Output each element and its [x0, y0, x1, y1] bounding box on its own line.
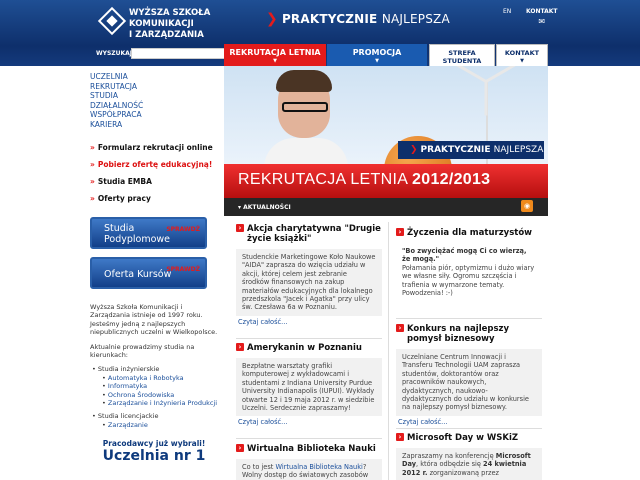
turbine-blade: [455, 66, 487, 83]
divider: [396, 428, 542, 429]
logo-text: WYŻSZA SZKOŁA KOMUNIKACJI I ZARZĄDZANIA: [129, 8, 211, 40]
news-section-header: ▾ AKTUALNOŚCI: [224, 198, 548, 216]
banner-headline: REKRUTACJA LETNIA 2012/2013: [224, 164, 548, 198]
chevron-right-icon: ❯: [410, 145, 418, 155]
chevron-down-icon: ▼: [520, 58, 524, 64]
left-sidebar: UCZELNIA REKRUTACJA STUDIA DZIAŁALNOŚĆ W…: [90, 72, 218, 464]
tab-promocja[interactable]: PROMOCJA ▼: [327, 44, 427, 66]
divider: [236, 438, 382, 439]
news-body: "Bo zwyciężać mogą Ci co wierzą, że mogą…: [396, 243, 542, 302]
tagline: ❯ PRAKTYCZNIE NAJLEPSZA: [266, 11, 450, 27]
news-title[interactable]: › Życzenia dla maturzystów: [396, 228, 542, 238]
news-body: Bezpłatne warsztaty grafiki komputerowej…: [236, 358, 382, 417]
column-divider: [388, 222, 389, 480]
news-item: › Konkurs na najlepszy pomysł biznesowy U…: [396, 324, 542, 426]
search-label: WYSZUKAJ: [96, 50, 133, 57]
divider: [396, 318, 542, 319]
banner-tagline: ❯ PRAKTYCZNIE NAJLEPSZA: [398, 141, 544, 159]
double-chevron-icon: »: [90, 143, 95, 152]
list-item: Studia licencjackie: [92, 412, 218, 420]
tab-kontakt[interactable]: KONTAKT ▼: [496, 44, 548, 66]
sidebar-item-studia[interactable]: STUDIA: [90, 91, 218, 101]
promo-link-job-offers[interactable]: » Oferty pracy: [90, 194, 218, 203]
news-item: › Akcja charytatywna "Drugie życie książk…: [236, 224, 382, 326]
hero-banner[interactable]: ❯ PRAKTYCZNIE NAJLEPSZA REKRUTACJA LETNIA…: [224, 66, 548, 216]
list-item: Studia inżynierskie: [92, 365, 218, 373]
list-item[interactable]: Ochrona Środowiska: [102, 391, 218, 399]
turbine-blade: [485, 66, 517, 83]
library-link[interactable]: Wirtualna Biblioteka Nauki: [275, 463, 362, 471]
main-tabs: REKRUTACJA LETNIA ▼ PROMOCJA ▼ STREFA STUD…: [224, 44, 640, 72]
double-chevron-icon: »: [90, 160, 95, 169]
news-title[interactable]: › Microsoft Day w WSKiZ: [396, 433, 542, 443]
sidebar-item-uczelnia[interactable]: UCZELNIA: [90, 72, 218, 82]
news-title[interactable]: › Konkurs na najlepszy pomysł biznesowy: [396, 324, 542, 344]
read-more-link[interactable]: Czytaj całość...: [236, 418, 382, 426]
header-contact-link[interactable]: KONTAKT ✉: [526, 8, 558, 26]
language-switch[interactable]: EN: [503, 8, 511, 15]
news-item: › Microsoft Day w WSKiZ Zapraszamy na kon…: [396, 433, 542, 480]
sidebar-item-dzialalnosc[interactable]: DZIAŁALNOŚĆ: [90, 101, 218, 111]
news-item: › Amerykanin w Poznaniu Bezpłatne warszta…: [236, 343, 382, 426]
news-body: Co to jest Wirtualna Biblioteka Nauki? W…: [236, 459, 382, 480]
news-item: › Życzenia dla maturzystów "Bo zwyciężać …: [396, 228, 542, 302]
list-item[interactable]: Automatyka i Robotyka: [102, 374, 218, 382]
promo-link-recruitment-form[interactable]: » Formularz rekrutacji online: [90, 143, 218, 152]
read-more-link[interactable]: Czytaj całość...: [236, 318, 382, 326]
about-text: Wyższa Szkoła Komunikacji i Zarządzania …: [90, 303, 218, 429]
sidebar-item-wspolpraca[interactable]: WSPÓŁPRACA: [90, 110, 218, 120]
news-title[interactable]: › Amerykanin w Poznaniu: [236, 343, 382, 353]
tab-rekrutacja-letnia[interactable]: REKRUTACJA LETNIA ▼: [224, 44, 326, 66]
chevron-right-icon: ›: [236, 224, 244, 232]
news-body: Studenckie Marketingowe Koło Naukowe "AI…: [236, 249, 382, 316]
employers-badge[interactable]: Pracodawcy już wybrali! Uczelnia nr 1: [90, 439, 218, 464]
courses-button[interactable]: Oferta Kursów SPRAWDŹ: [90, 257, 207, 289]
chevron-right-icon: ›: [396, 324, 404, 332]
chevron-right-icon: ›: [236, 444, 244, 452]
sidebar-item-kariera[interactable]: KARIERA: [90, 120, 218, 130]
read-more-link[interactable]: Czytaj całość...: [396, 418, 542, 426]
turbine-blade: [484, 81, 488, 116]
postgraduate-button[interactable]: Studia Podyplomowe SPRAWDŹ: [90, 217, 207, 249]
sidebar-item-rekrutacja[interactable]: REKRUTACJA: [90, 82, 218, 92]
double-chevron-icon: »: [90, 194, 95, 203]
envelope-icon: ✉: [538, 17, 546, 26]
news-body: Zapraszamy na konferencję Microsoft Day,…: [396, 448, 542, 480]
chevron-right-icon: ❯: [266, 11, 278, 27]
chevron-right-icon: ›: [396, 433, 404, 441]
tab-strefa-studenta[interactable]: STREFA STUDENTA▼: [429, 44, 495, 72]
list-item[interactable]: Informatyka: [102, 382, 218, 390]
list-item[interactable]: Zarządzanie i Inżynieria Produkcji: [102, 399, 218, 407]
chevron-right-icon: ›: [236, 343, 244, 351]
news-item: › Wirtualna Biblioteka Nauki Co to jest W…: [236, 444, 382, 480]
news-title[interactable]: › Akcja charytatywna "Drugie życie książk…: [236, 224, 382, 244]
promo-link-emba[interactable]: » Studia EMBA: [90, 177, 218, 186]
news-body: Uczelniane Centrum Innowacji i Transferu…: [396, 349, 542, 416]
divider: [236, 338, 382, 339]
list-item[interactable]: Zarządzanie: [102, 421, 218, 429]
chevron-down-icon: ▼: [273, 58, 277, 64]
rss-icon[interactable]: ◉: [521, 200, 533, 212]
logo[interactable]: WYŻSZA SZKOŁA KOMUNIKACJI I ZARZĄDZANIA: [96, 6, 226, 46]
chevron-right-icon: ›: [396, 228, 404, 236]
logo-mark-icon: [97, 6, 127, 36]
news-title[interactable]: › Wirtualna Biblioteka Nauki: [236, 444, 382, 454]
double-chevron-icon: »: [90, 177, 95, 186]
chevron-down-icon: ▼: [375, 58, 379, 64]
promo-link-offer-download[interactable]: » Pobierz ofertę edukacyjną!: [90, 160, 218, 169]
